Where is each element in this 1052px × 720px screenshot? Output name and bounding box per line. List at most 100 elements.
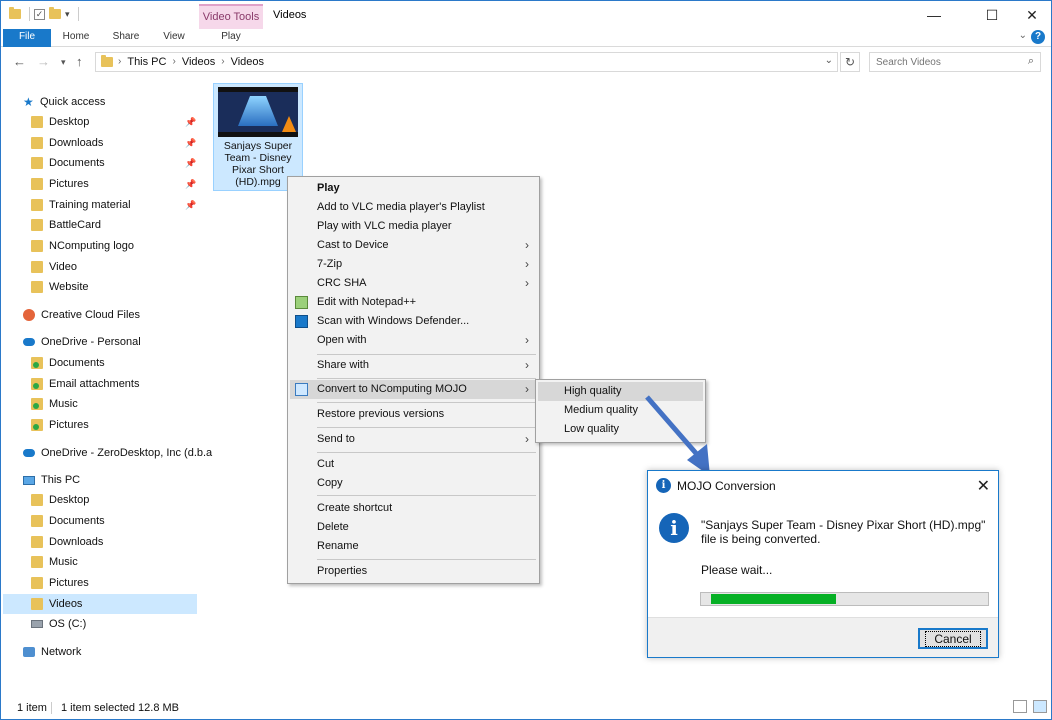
refresh-button[interactable]: ↻ — [840, 52, 860, 72]
menu-item-edit-notepadpp[interactable]: Edit with Notepad++ — [290, 293, 537, 312]
chevron-right-icon[interactable]: › — [118, 56, 121, 68]
menu-item-add-to-vlc-playlist[interactable]: Add to VLC media player's Playlist — [290, 198, 537, 217]
nav-item-pc-pictures[interactable]: Pictures — [31, 573, 89, 593]
nav-quick-access[interactable]: ★ Quick access — [23, 92, 105, 112]
nav-item-pc-downloads[interactable]: Downloads — [31, 532, 103, 552]
menu-item-7zip[interactable]: 7-Zip › — [290, 255, 537, 274]
nav-label: Email attachments — [49, 378, 140, 390]
forward-arrow-icon[interactable]: → — [37, 54, 50, 69]
expand-ribbon-icon[interactable]: ⌄ — [1019, 30, 1027, 41]
nav-label: Music — [49, 398, 78, 410]
address-bar[interactable]: › This PC › Videos › Videos ⌄ — [95, 52, 838, 72]
onedrive-icon — [23, 338, 35, 346]
menu-label: Cut — [317, 458, 335, 470]
menu-item-rename[interactable]: Rename — [290, 537, 537, 556]
pin-icon[interactable]: 📌 — [185, 158, 196, 169]
nav-item-od-music[interactable]: Music — [31, 394, 78, 414]
window-title: Videos — [273, 9, 307, 21]
menu-label: Play — [317, 182, 340, 194]
up-arrow-icon[interactable]: ↑ — [76, 54, 83, 69]
chevron-down-icon[interactable]: ⌄ — [825, 55, 833, 66]
nav-item-video[interactable]: Video — [31, 257, 77, 277]
help-icon[interactable]: ? — [1031, 30, 1045, 44]
nav-item-training-material[interactable]: Training material — [31, 195, 131, 215]
close-button[interactable]: ✕ — [1009, 1, 1052, 29]
menu-item-convert-mojo[interactable]: Convert to NComputing MOJO › — [290, 380, 537, 399]
tab-file[interactable]: File — [3, 29, 51, 47]
close-icon[interactable]: ✕ — [977, 476, 990, 496]
folder-icon — [31, 281, 43, 293]
nav-item-pc-os-drive[interactable]: OS (C:) — [31, 614, 86, 634]
pin-icon[interactable]: 📌 — [185, 179, 196, 190]
nav-item-battlecard[interactable]: BattleCard — [31, 215, 101, 235]
menu-item-restore-versions[interactable]: Restore previous versions — [290, 405, 537, 424]
pin-icon[interactable]: 📌 — [185, 200, 196, 211]
menu-item-copy[interactable]: Copy — [290, 474, 537, 493]
new-folder-icon[interactable] — [49, 7, 61, 19]
menu-item-crc-sha[interactable]: CRC SHA › — [290, 274, 537, 293]
chevron-right-icon: › — [525, 276, 529, 290]
nav-creative-cloud[interactable]: Creative Cloud Files — [23, 305, 140, 325]
tab-play[interactable]: Play — [199, 29, 263, 47]
nav-item-ncomputing-logo[interactable]: NComputing logo — [31, 236, 134, 256]
recent-locations-icon[interactable]: ▾ — [61, 57, 66, 68]
minimize-button[interactable]: — — [911, 1, 957, 29]
submenu-item-medium-quality[interactable]: Medium quality — [538, 401, 703, 420]
cancel-button[interactable]: Cancel — [918, 628, 988, 649]
nav-item-downloads[interactable]: Downloads — [31, 133, 103, 153]
search-icon[interactable]: ⌕ — [1028, 55, 1034, 68]
nav-item-od-documents[interactable]: Documents — [31, 353, 105, 373]
breadcrumb-videos[interactable]: Videos — [182, 56, 215, 68]
nav-item-documents[interactable]: Documents — [31, 153, 105, 173]
nav-item-pc-documents[interactable]: Documents — [31, 511, 105, 531]
search-input[interactable] — [876, 55, 1016, 69]
nav-item-pc-videos[interactable]: Videos — [3, 594, 197, 614]
nav-onedrive-zerodesktop[interactable]: OneDrive - ZeroDesktop, Inc (d.b.a — [23, 443, 212, 463]
tab-home[interactable]: Home — [57, 29, 95, 47]
submenu-item-low-quality[interactable]: Low quality — [538, 420, 703, 439]
breadcrumb-videos-current[interactable]: Videos — [231, 56, 264, 68]
nav-item-od-email-attachments[interactable]: Email attachments — [31, 374, 139, 394]
tab-view[interactable]: View — [157, 29, 191, 47]
pin-icon[interactable]: 📌 — [185, 138, 196, 149]
nav-item-pictures[interactable]: Pictures — [31, 174, 89, 194]
menu-item-play[interactable]: Play — [290, 179, 537, 198]
chevron-right-icon: › — [525, 382, 529, 396]
customize-qat-icon[interactable]: ▾ — [65, 9, 70, 20]
pin-icon[interactable]: 📌 — [185, 117, 196, 128]
menu-label: Low quality — [564, 423, 620, 435]
file-item[interactable]: Sanjays Super Team - Disney Pixar Short … — [213, 83, 303, 191]
properties-icon[interactable]: ✓ — [34, 8, 45, 20]
breadcrumb-this-pc[interactable]: This PC — [127, 56, 166, 68]
nav-this-pc[interactable]: This PC — [23, 470, 80, 490]
menu-item-share-with[interactable]: Share with › — [290, 356, 537, 375]
nav-label: Video — [49, 261, 77, 273]
menu-item-scan-defender[interactable]: Scan with Windows Defender... — [290, 312, 537, 331]
menu-item-properties[interactable]: Properties — [290, 562, 537, 581]
menu-item-play-with-vlc[interactable]: Play with VLC media player — [290, 217, 537, 236]
menu-item-cast-to-device[interactable]: Cast to Device › — [290, 236, 537, 255]
nav-item-od-pictures[interactable]: Pictures — [31, 415, 89, 435]
search-box[interactable]: ⌕ — [869, 52, 1041, 72]
details-view-icon[interactable] — [1013, 700, 1027, 713]
menu-item-delete[interactable]: Delete — [290, 518, 537, 537]
nav-onedrive-personal[interactable]: OneDrive - Personal — [23, 332, 141, 352]
thumbnail-art — [238, 96, 278, 126]
menu-item-send-to[interactable]: Send to › — [290, 430, 537, 449]
progress-bar — [700, 592, 989, 606]
submenu-item-high-quality[interactable]: High quality — [538, 382, 703, 401]
computer-icon — [23, 475, 35, 485]
nav-item-pc-music[interactable]: Music — [31, 552, 78, 572]
nav-network[interactable]: Network — [23, 642, 81, 662]
chevron-right-icon[interactable]: › — [172, 56, 175, 68]
back-arrow-icon[interactable]: ← — [13, 54, 26, 69]
nav-item-pc-desktop[interactable]: Desktop — [31, 490, 89, 510]
menu-item-cut[interactable]: Cut — [290, 455, 537, 474]
tab-share[interactable]: Share — [107, 29, 145, 47]
menu-item-open-with[interactable]: Open with › — [290, 331, 537, 350]
large-icons-view-icon[interactable] — [1033, 700, 1047, 713]
chevron-right-icon[interactable]: › — [221, 56, 224, 68]
menu-item-create-shortcut[interactable]: Create shortcut — [290, 499, 537, 518]
nav-item-desktop[interactable]: Desktop — [31, 112, 89, 132]
nav-item-website[interactable]: Website — [31, 277, 89, 297]
